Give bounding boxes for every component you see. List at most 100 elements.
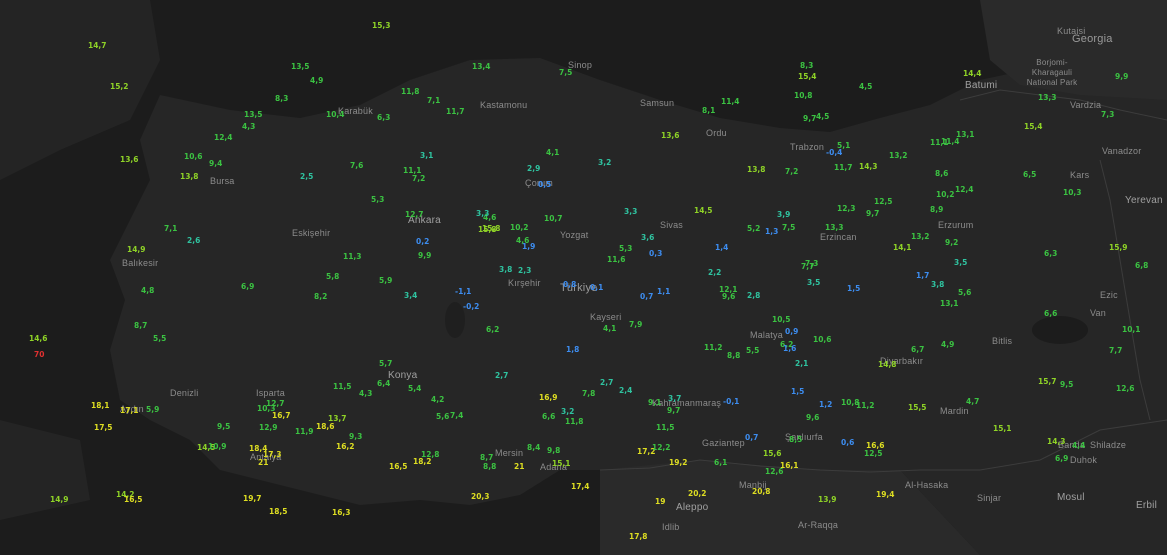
station-reading[interactable]: 3,6	[641, 234, 654, 242]
station-reading[interactable]: 13,6	[120, 156, 139, 164]
station-reading[interactable]: 4,1	[546, 149, 559, 157]
station-reading[interactable]: 11,3	[343, 253, 362, 261]
station-reading[interactable]: 15,7	[1038, 378, 1057, 386]
station-reading[interactable]: 9,7	[866, 210, 879, 218]
station-reading[interactable]: 3,8	[931, 281, 944, 289]
station-reading[interactable]: 6,5	[1023, 171, 1036, 179]
station-reading[interactable]: 7,7	[1109, 347, 1122, 355]
station-reading[interactable]: 11,8	[565, 418, 584, 426]
station-reading[interactable]: 2,8	[747, 292, 760, 300]
station-reading[interactable]: 9,5	[217, 423, 230, 431]
station-reading[interactable]: 9,9	[418, 252, 431, 260]
station-reading[interactable]: 3,9	[777, 211, 790, 219]
station-reading[interactable]: 5,3	[619, 245, 632, 253]
station-reading[interactable]: 10,9	[208, 443, 227, 451]
station-reading[interactable]: 13,3	[1038, 94, 1057, 102]
station-reading[interactable]: -0,1	[723, 398, 739, 406]
station-reading[interactable]: 4,4	[1072, 442, 1085, 450]
station-reading[interactable]: 17,8	[629, 533, 648, 541]
station-reading[interactable]: 13,9	[818, 496, 837, 504]
station-reading[interactable]: 11,5	[656, 424, 675, 432]
station-reading[interactable]: 12,2	[652, 444, 671, 452]
station-reading[interactable]: 19,7	[243, 495, 262, 503]
station-reading[interactable]: 2,9	[527, 165, 540, 173]
station-reading[interactable]: 15,5	[908, 404, 927, 412]
station-reading[interactable]: 7,5	[559, 69, 572, 77]
station-reading[interactable]: 10,6	[184, 153, 203, 161]
station-reading[interactable]: 2,4	[619, 387, 632, 395]
station-reading[interactable]: 3,3	[624, 208, 637, 216]
station-reading[interactable]: 3,1	[420, 152, 433, 160]
station-reading[interactable]: 20,8	[752, 488, 771, 496]
station-reading[interactable]: 18,1	[91, 402, 110, 410]
station-reading[interactable]: 15,4	[1024, 123, 1043, 131]
station-reading[interactable]: 4,9	[941, 341, 954, 349]
station-reading[interactable]: 5,2	[747, 225, 760, 233]
station-reading[interactable]: 4,6	[516, 237, 529, 245]
station-reading[interactable]: 9,1	[648, 399, 661, 407]
station-reading[interactable]: 17,1	[120, 407, 139, 415]
station-reading[interactable]: 9,9	[1115, 73, 1128, 81]
station-reading[interactable]: 8,8	[483, 463, 496, 471]
station-reading[interactable]: 1,7	[916, 272, 929, 280]
station-reading[interactable]: 9,7	[667, 407, 680, 415]
station-reading[interactable]: 10,4	[326, 111, 345, 119]
station-reading[interactable]: 4,8	[141, 287, 154, 295]
station-reading[interactable]: 9,3	[349, 433, 362, 441]
station-reading[interactable]: 12,5	[864, 450, 883, 458]
station-reading[interactable]: 14,9	[50, 496, 69, 504]
station-reading[interactable]: 19,2	[669, 459, 688, 467]
station-reading[interactable]: 14,9	[127, 246, 146, 254]
station-reading[interactable]: 11,5	[333, 383, 352, 391]
station-reading[interactable]: 15,4	[798, 73, 817, 81]
station-reading[interactable]: 5,5	[746, 347, 759, 355]
station-reading[interactable]: 1,2	[819, 401, 832, 409]
station-reading[interactable]: 11,2	[704, 344, 723, 352]
station-reading[interactable]: 17,5	[94, 424, 113, 432]
station-reading[interactable]: 6,8	[1135, 262, 1148, 270]
station-reading[interactable]: 4,5	[859, 83, 872, 91]
station-reading[interactable]: 14,3	[1047, 438, 1066, 446]
station-reading[interactable]: 8,3	[275, 95, 288, 103]
station-reading[interactable]: 18,6	[316, 423, 335, 431]
weather-map[interactable]: Kutaisi Georgia Borjomi-Kharagauli Natio…	[0, 0, 1167, 555]
station-reading[interactable]: 15,2	[110, 83, 129, 91]
station-reading[interactable]: 16,9	[539, 394, 558, 402]
station-reading[interactable]: 12,6	[1116, 385, 1135, 393]
station-reading[interactable]: 5,6	[436, 413, 449, 421]
station-reading[interactable]: 12,5	[874, 198, 893, 206]
station-reading[interactable]: 9,6	[806, 414, 819, 422]
station-reading[interactable]: 10,5	[772, 316, 791, 324]
station-reading[interactable]: 13,6	[661, 132, 680, 140]
station-reading[interactable]: 0,3	[649, 250, 662, 258]
station-reading[interactable]: 10,3	[1063, 189, 1082, 197]
station-reading[interactable]: 2,6	[187, 237, 200, 245]
station-reading[interactable]: 6,4	[377, 380, 390, 388]
station-reading[interactable]: 3,2	[561, 408, 574, 416]
station-reading[interactable]: 16,6	[866, 442, 885, 450]
station-reading[interactable]: 8,7	[134, 322, 147, 330]
station-reading[interactable]: 18,4	[249, 445, 268, 453]
station-reading[interactable]: 14,1	[893, 244, 912, 252]
station-reading[interactable]: 2,2	[708, 269, 721, 277]
station-reading[interactable]: 18,5	[269, 508, 288, 516]
station-reading[interactable]: 12,4	[955, 186, 974, 194]
station-reading[interactable]: 1,1	[657, 288, 670, 296]
station-reading[interactable]: 0,9	[785, 328, 798, 336]
station-reading[interactable]: 0,2	[416, 238, 429, 246]
station-reading[interactable]: 21	[514, 463, 524, 471]
station-reading[interactable]: 9,5	[1060, 381, 1073, 389]
station-reading[interactable]: 0,8	[563, 281, 576, 289]
station-reading[interactable]: 12,3	[837, 205, 856, 213]
station-reading[interactable]: 5,4	[408, 385, 421, 393]
station-reading[interactable]: 2,3	[518, 267, 531, 275]
station-reading[interactable]: 6,6	[1044, 310, 1057, 318]
station-reading[interactable]: 0,1	[590, 284, 603, 292]
station-reading[interactable]: 13,2	[911, 233, 930, 241]
station-reading[interactable]: 0,7	[745, 434, 758, 442]
station-reading[interactable]: 6,3	[1044, 250, 1057, 258]
station-reading[interactable]: 5,6	[958, 289, 971, 297]
station-reading[interactable]: 8,5	[789, 436, 802, 444]
station-reading[interactable]: 13,5	[244, 111, 263, 119]
station-reading[interactable]: 11,8	[401, 88, 420, 96]
